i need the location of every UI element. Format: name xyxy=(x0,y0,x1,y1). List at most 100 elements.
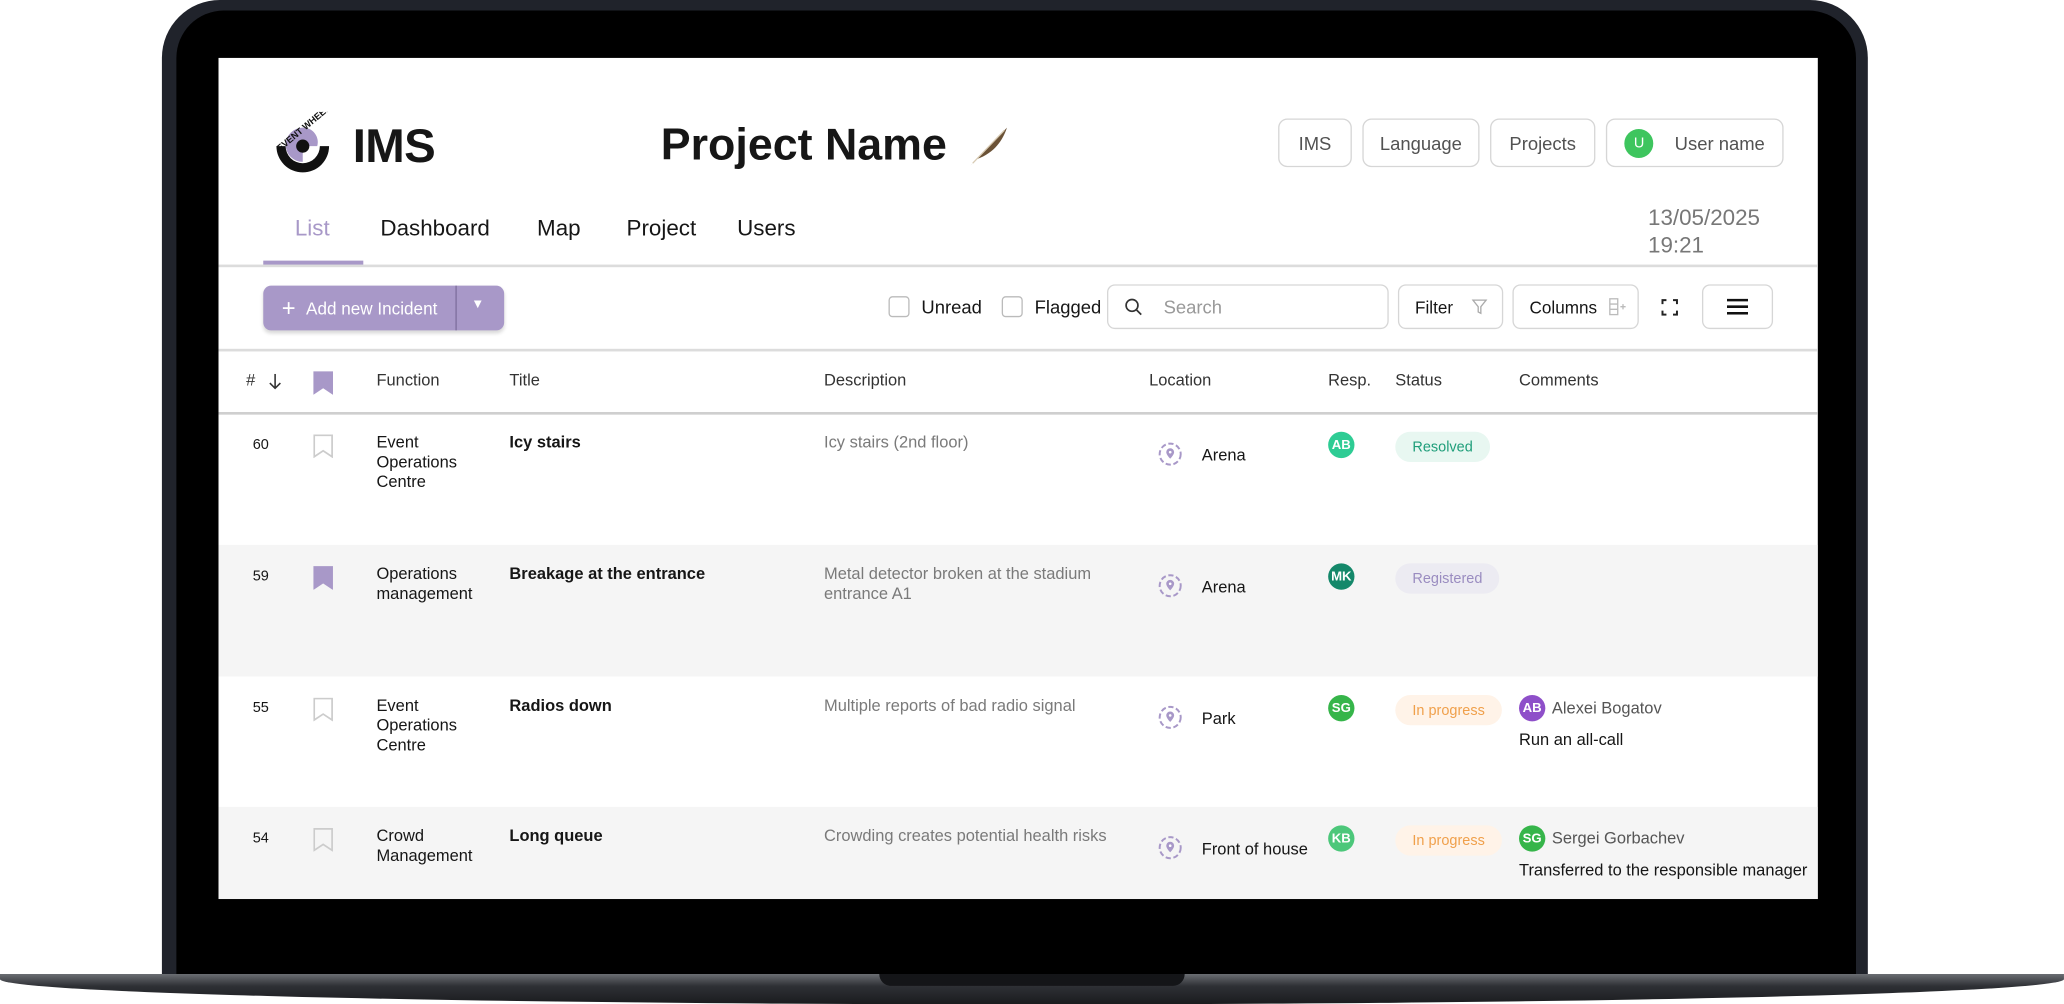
feather-icon xyxy=(970,127,1007,166)
comment-author-avatar: AB xyxy=(1519,695,1546,722)
tab-dashboard[interactable]: Dashboard xyxy=(380,216,489,242)
location-name: Front of house xyxy=(1201,839,1308,859)
unread-checkbox[interactable] xyxy=(888,296,910,318)
bookmark-filled-icon[interactable] xyxy=(313,371,334,395)
function-cell: Crowd Management xyxy=(376,827,472,866)
plus-icon: + xyxy=(281,294,296,321)
app-screen: EVENT WHEEL IMS Project Name IMS Languag… xyxy=(218,57,1818,900)
col-header-function[interactable]: Function xyxy=(376,371,439,389)
comment-author-avatar: SG xyxy=(1519,825,1546,852)
datetime: 13/05/2025 19:21 xyxy=(1648,204,1760,259)
incident-number: 54 xyxy=(252,830,269,847)
ims-button[interactable]: IMS xyxy=(1278,118,1352,168)
divider xyxy=(218,264,1818,267)
comment-author: Sergei Gorbachev xyxy=(1551,829,1685,848)
location-pin-icon xyxy=(1158,442,1182,466)
tab-map[interactable]: Map xyxy=(537,216,581,242)
function-line: Crowd xyxy=(376,826,425,846)
unread-label: Unread xyxy=(921,296,982,318)
incident-description: Multiple reports of bad radio signal xyxy=(824,696,1076,715)
tab-list[interactable]: List xyxy=(295,216,330,242)
incident-number: 55 xyxy=(252,700,269,717)
sort-down-icon[interactable] xyxy=(269,373,282,390)
location-pin-icon xyxy=(1158,836,1182,860)
status-badge: In progress xyxy=(1395,825,1502,856)
location-name: Arena xyxy=(1201,446,1246,465)
bookmark-icon[interactable] xyxy=(313,828,333,852)
col-header-title[interactable]: Title xyxy=(509,371,539,389)
flagged-checkbox[interactable] xyxy=(1001,296,1023,318)
incident-number: 59 xyxy=(252,568,269,585)
function-line: management xyxy=(376,584,473,603)
responsible-avatar: AB xyxy=(1328,431,1355,459)
user-name: User name xyxy=(1674,132,1765,154)
function-line: Centre xyxy=(376,472,426,491)
col-header-number[interactable]: # xyxy=(246,371,255,389)
incident-description: Metal detector broken at the stadium ent… xyxy=(824,564,1092,603)
search-placeholder: Search xyxy=(1163,296,1222,318)
divider xyxy=(218,348,1818,351)
responsible-avatar: MK xyxy=(1328,563,1355,590)
function-cell: Operations management xyxy=(376,565,472,604)
col-header-resp[interactable]: Resp. xyxy=(1328,371,1371,389)
bookmark-icon[interactable] xyxy=(313,434,333,459)
function-line: Event xyxy=(376,433,419,452)
table-row[interactable]: 55 Event Operations Centre Radios down Multip… xyxy=(219,677,1818,807)
project-title: Project Name xyxy=(660,119,947,170)
function-line: Operations xyxy=(376,452,457,472)
status-badge: In progress xyxy=(1395,695,1502,726)
projects-button[interactable]: Projects xyxy=(1490,118,1596,168)
add-incident-label: Add new Incident xyxy=(306,298,438,318)
col-header-status[interactable]: Status xyxy=(1395,371,1442,389)
function-line: Centre xyxy=(376,735,426,755)
function-line: Management xyxy=(376,846,473,865)
columns-button[interactable]: Columns xyxy=(1512,284,1639,330)
date: 13/05/2025 xyxy=(1648,205,1761,231)
incident-title[interactable]: Radios down xyxy=(509,696,611,716)
responsible-avatar: SG xyxy=(1328,695,1355,722)
columns-label: Columns xyxy=(1529,296,1598,317)
add-column-icon xyxy=(1609,298,1627,316)
caret-down-icon[interactable]: ▼ xyxy=(471,297,484,311)
bookmark-filled-icon[interactable] xyxy=(313,566,333,590)
location-pin-icon xyxy=(1158,574,1182,598)
menu-button[interactable] xyxy=(1701,284,1774,330)
function-cell: Event Operations Centre xyxy=(376,696,456,755)
comment-author: Alexei Bogatov xyxy=(1551,698,1662,718)
search-icon xyxy=(1125,298,1142,316)
incident-title[interactable]: Long queue xyxy=(509,827,602,847)
function-line: Operations xyxy=(376,716,457,735)
filter-label: Filter xyxy=(1415,296,1454,317)
filter-button[interactable]: Filter xyxy=(1397,284,1504,330)
add-incident-button[interactable]: + Add new Incident ▼ xyxy=(263,285,505,331)
table-row[interactable]: 59 Operations management Breakage at the en… xyxy=(218,544,1818,677)
language-button[interactable]: Language xyxy=(1362,118,1480,168)
function-line: Event xyxy=(376,696,419,715)
function-cell: Event Operations Centre xyxy=(376,433,456,492)
laptop-notch xyxy=(879,974,1185,986)
col-header-comments[interactable]: Comments xyxy=(1519,371,1599,389)
tab-users[interactable]: Users xyxy=(737,216,795,242)
tab-project[interactable]: Project xyxy=(627,216,697,242)
responsible-avatar: KB xyxy=(1328,825,1355,852)
language-button-label: Language xyxy=(1379,132,1462,154)
ims-button-label: IMS xyxy=(1298,132,1332,154)
user-avatar: U xyxy=(1624,128,1654,158)
event-wheel-logo: EVENT WHEEL xyxy=(275,112,333,173)
incident-description: Icy stairs (2nd floor) xyxy=(824,433,969,452)
search-input[interactable]: Search xyxy=(1107,284,1389,330)
col-header-description[interactable]: Description xyxy=(824,371,906,389)
table-row[interactable]: 54 Crowd Management Long queue Crowding crea… xyxy=(218,806,1818,900)
app-title: IMS xyxy=(352,118,436,173)
function-line: Operations xyxy=(376,564,457,584)
incident-title[interactable]: Breakage at the entrance xyxy=(509,565,705,585)
table-row[interactable]: 60 Event Operations Centre Icy stairs Icy sta… xyxy=(219,413,1818,545)
bookmark-icon[interactable] xyxy=(313,697,333,722)
location-name: Arena xyxy=(1201,577,1246,597)
incident-title[interactable]: Icy stairs xyxy=(509,433,580,453)
fullscreen-icon[interactable] xyxy=(1661,299,1678,316)
col-header-location[interactable]: Location xyxy=(1149,371,1211,389)
user-menu-button[interactable]: U User name xyxy=(1605,118,1784,168)
status-badge: Resolved xyxy=(1395,431,1490,463)
button-separator xyxy=(455,285,457,331)
